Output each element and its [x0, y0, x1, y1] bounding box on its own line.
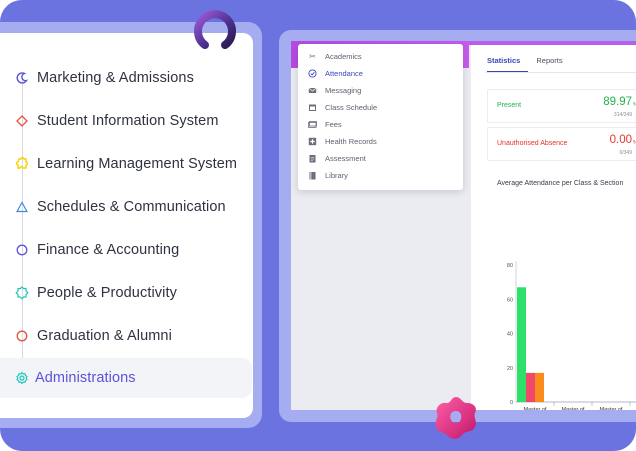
menu-item-class-schedule[interactable]: Class Schedule [308, 99, 377, 116]
module-label: Student Information System [37, 113, 219, 129]
x-tick-label: Master of [600, 407, 623, 410]
x-tick-label: Master of [524, 407, 547, 410]
menu-item-label: Messaging [325, 86, 362, 95]
diamond-icon [15, 114, 29, 128]
circle-icon [15, 243, 29, 257]
y-tick-label: 20 [507, 366, 513, 372]
module-label: People & Productivity [37, 285, 177, 301]
gear-icon [15, 371, 29, 385]
menu-item-label: Assessment [325, 154, 366, 163]
menu-item-academics[interactable]: ✂ Academics [308, 48, 362, 65]
ring-icon [15, 329, 29, 343]
module-schedules-communication[interactable]: Schedules & Communication [0, 187, 252, 227]
module-label: Administrations [35, 370, 136, 386]
moon-icon [15, 71, 29, 85]
ring-decoration-icon [194, 10, 236, 49]
module-label: Marketing & Admissions [37, 70, 194, 86]
module-finance-accounting[interactable]: Finance & Accounting [0, 230, 252, 270]
medical-plus-icon [308, 137, 317, 146]
menu-item-label: Academics [325, 52, 362, 61]
menu-item-fees[interactable]: Fees [308, 116, 342, 133]
money-icon [308, 120, 317, 129]
book-icon [308, 171, 317, 180]
calendar-icon [308, 103, 317, 112]
badge-icon [15, 286, 29, 300]
blob-decoration-icon [435, 397, 476, 439]
check-circle-icon [308, 69, 317, 78]
module-administrations[interactable]: Administrations [0, 358, 252, 398]
module-marketing-admissions[interactable]: Marketing & Admissions [0, 58, 252, 98]
menu-item-label: Health Records [325, 137, 377, 146]
y-tick-label: 40 [507, 332, 513, 338]
y-tick-label: 0 [510, 400, 513, 406]
y-tick-label: 80 [507, 263, 513, 269]
menu-item-label: Library [325, 171, 348, 180]
module-student-information[interactable]: Student Information System [0, 101, 252, 141]
module-label: Graduation & Alumni [37, 328, 172, 344]
module-graduation-alumni[interactable]: Graduation & Alumni [0, 316, 252, 356]
tools-icon: ✂ [309, 52, 316, 61]
bar [535, 372, 544, 402]
menu-item-messaging[interactable]: Messaging [308, 82, 361, 99]
bar [517, 287, 526, 402]
puzzle-icon [15, 157, 29, 171]
menu-item-label: Attendance [325, 69, 363, 78]
y-tick-label: 60 [507, 297, 513, 303]
attendance-chart: 020406080Master ofBusiness...Master ofBu… [507, 261, 636, 410]
module-label: Finance & Accounting [37, 242, 180, 258]
bar [526, 372, 535, 402]
x-tick-label: Master of [562, 407, 585, 410]
menu-item-library[interactable]: Library [308, 167, 348, 184]
triangle-icon [15, 200, 29, 214]
module-people-productivity[interactable]: People & Productivity [0, 273, 252, 313]
menu-item-assessment[interactable]: Assessment [308, 150, 366, 167]
attendance-panel: Statistics Reports Present 89.97 % 314/3… [471, 45, 636, 410]
module-learning-management[interactable]: Learning Management System [0, 144, 252, 184]
module-menu: ✂ Academics Attendance Messaging Class S… [298, 44, 463, 190]
module-label: Schedules & Communication [37, 199, 226, 215]
menu-item-label: Class Schedule [325, 103, 378, 112]
menu-item-attendance[interactable]: Attendance [308, 65, 363, 82]
envelope-icon [308, 86, 317, 95]
clipboard-icon [308, 154, 317, 163]
module-label: Learning Management System [37, 156, 238, 172]
menu-item-health-records[interactable]: Health Records [308, 133, 377, 150]
menu-item-label: Fees [325, 120, 342, 129]
